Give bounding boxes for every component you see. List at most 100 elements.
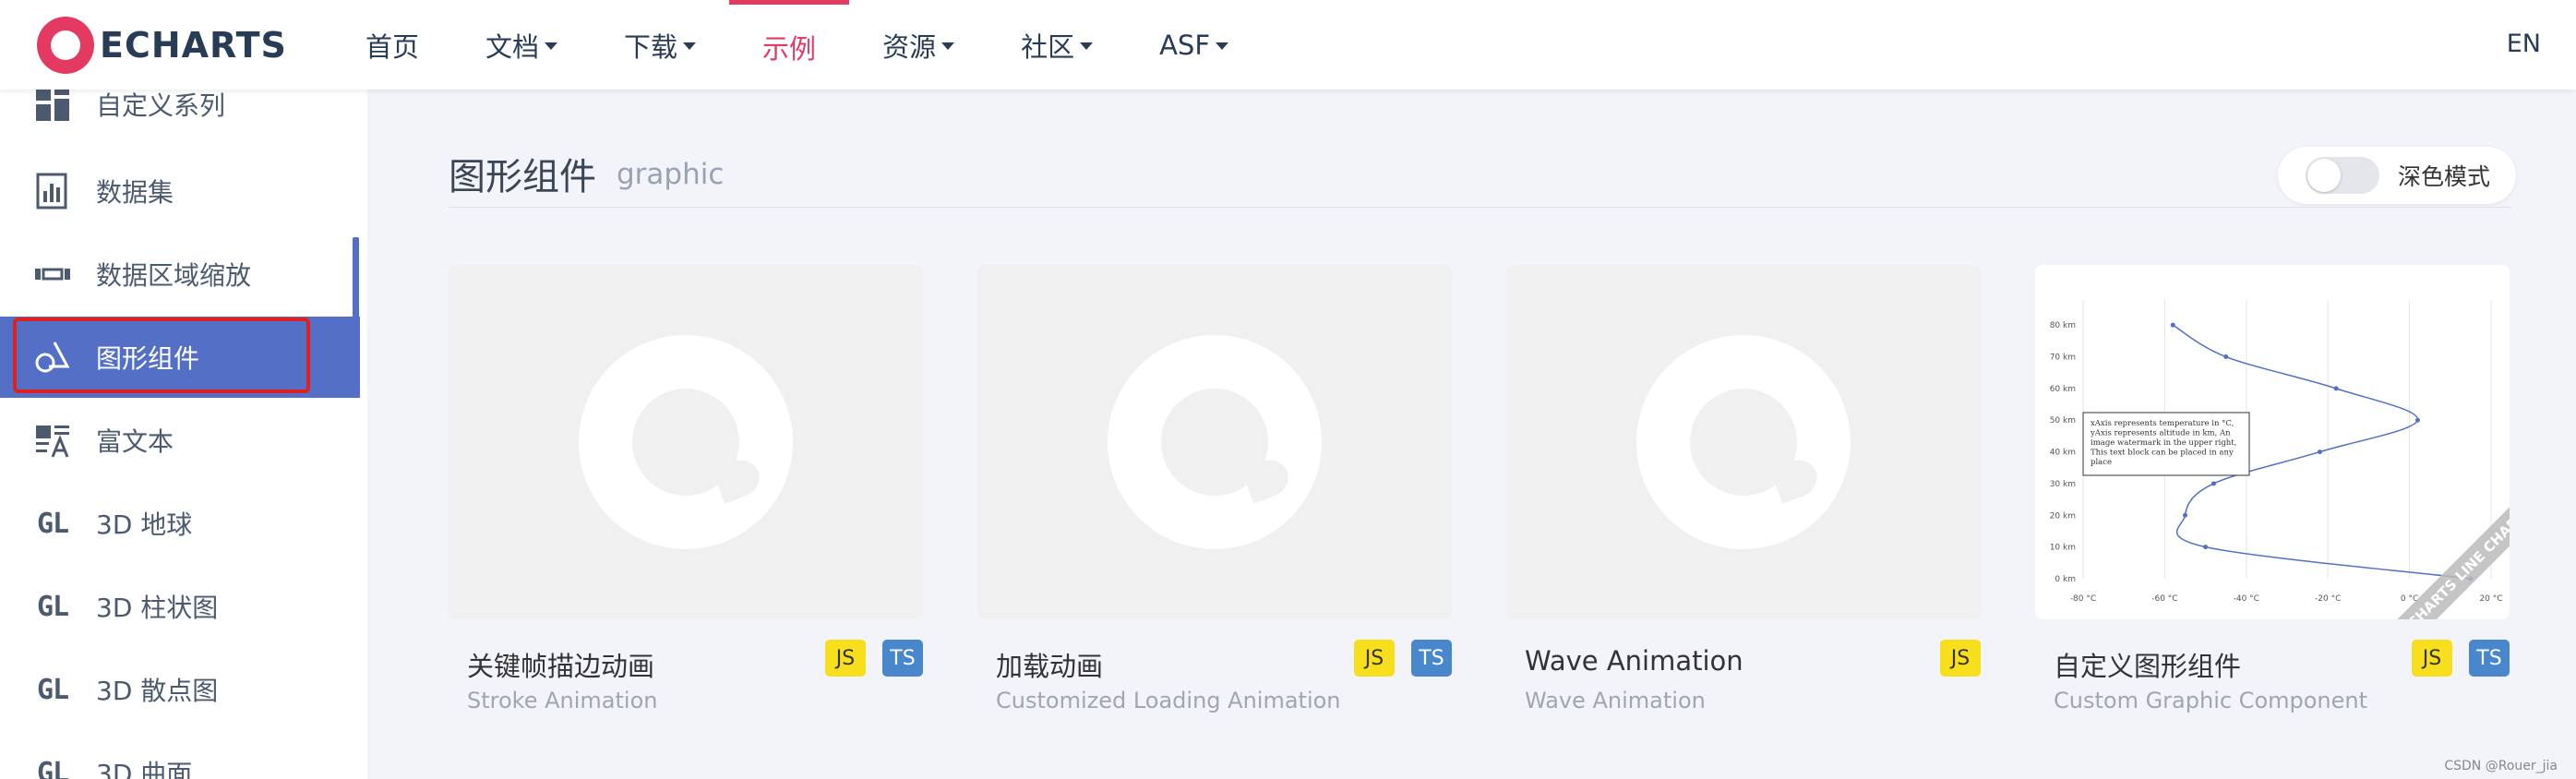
- sidebar-item-label: 自定义系列: [96, 90, 226, 121]
- csdn-credit: CSDN @Rouer_jia: [2444, 759, 2558, 773]
- js-badge[interactable]: JS: [1940, 640, 1981, 677]
- y-tick-label: 60 km: [2050, 385, 2076, 394]
- sidebar-item-3d-scatter[interactable]: GL 3D 散点图: [0, 649, 360, 730]
- page-subtitle: graphic: [617, 158, 725, 191]
- sidebar-scroll-indicator[interactable]: [353, 237, 359, 322]
- sidebar-item-label: 数据集: [96, 177, 174, 208]
- example-thumbnail[interactable]: [449, 265, 923, 619]
- data-point: [2170, 322, 2175, 328]
- gl-icon: GL: [33, 753, 72, 779]
- gl-icon-text: GL: [36, 590, 69, 623]
- y-tick-label: 20 km: [2050, 511, 2076, 521]
- nav-label: 下载: [624, 30, 678, 63]
- data-point: [2317, 449, 2322, 455]
- example-subtitle: Wave Animation: [1525, 688, 1706, 713]
- gl-icon: GL: [33, 587, 72, 626]
- y-tick-label: 50 km: [2050, 416, 2076, 425]
- sidebar-item-label: 3D 曲面: [96, 759, 193, 779]
- sidebar-item-dataset[interactable]: 数据集: [0, 150, 360, 232]
- sidebar-item-3d-globe[interactable]: GL 3D 地球: [0, 483, 360, 564]
- x-tick-label: -80 °C: [2070, 594, 2096, 604]
- logo-text: ECHARTS: [100, 25, 287, 66]
- example-subtitle: Stroke Animation: [467, 688, 658, 713]
- sidebar-item-rich-text[interactable]: 富文本: [0, 400, 360, 481]
- sidebar-item-label: 3D 地球: [96, 509, 193, 540]
- placeholder-logo-icon: [1108, 335, 1322, 549]
- echarts-logo[interactable]: ECHARTS: [37, 15, 287, 76]
- nav-item-asf[interactable]: ASF: [1126, 0, 1262, 90]
- x-tick-label: -60 °C: [2151, 594, 2177, 604]
- datazoom-icon: [33, 255, 72, 294]
- nav-label: 社区: [1021, 30, 1075, 63]
- nav-item-resources[interactable]: 资源: [849, 0, 988, 90]
- ts-badge[interactable]: TS: [1411, 640, 1452, 677]
- custom-series-icon: [33, 90, 72, 124]
- caret-down-icon: [1080, 42, 1094, 50]
- x-tick-label: -40 °C: [2234, 594, 2259, 604]
- x-tick-label: 20 °C: [2479, 594, 2502, 604]
- example-badges: JS TS: [2395, 640, 2510, 677]
- gl-icon-text: GL: [36, 673, 69, 706]
- example-subtitle: Custom Graphic Component: [2054, 688, 2368, 713]
- nav-item-community[interactable]: 社区: [988, 0, 1126, 90]
- y-tick-label: 0 km: [2055, 575, 2076, 584]
- nav-item-home[interactable]: 首页: [332, 0, 452, 90]
- caret-down-icon: [545, 42, 558, 50]
- example-thumbnail[interactable]: [1506, 265, 1981, 619]
- data-point: [2183, 512, 2187, 518]
- data-point: [2203, 545, 2209, 550]
- sidebar-item-label: 3D 柱状图: [96, 593, 219, 623]
- sidebar-item-custom-series[interactable]: 自定义系列: [0, 90, 360, 145]
- nav-item-download[interactable]: 下载: [591, 0, 729, 90]
- example-thumbnail[interactable]: [977, 265, 1452, 619]
- example-card[interactable]: 加载动画 JS TS Customized Loading Animation: [977, 265, 1452, 713]
- nav-item-docs[interactable]: 文档: [452, 0, 591, 90]
- example-card[interactable]: 关键帧描边动画 JS TS Stroke Animation: [449, 265, 923, 713]
- nav-label: 首页: [365, 30, 420, 63]
- sidebar-item-graphic[interactable]: 图形组件: [0, 317, 360, 398]
- placeholder-logo-icon: [1636, 335, 1851, 549]
- sidebar-item-label: 3D 散点图: [96, 676, 219, 706]
- gl-icon: GL: [33, 670, 72, 709]
- nav-label: ASF: [1159, 29, 1211, 61]
- example-title[interactable]: 自定义图形组件: [2054, 645, 2241, 684]
- echarts-logo-icon: [37, 17, 94, 74]
- example-thumbnail[interactable]: -80 °C -60 °C -40 °C -20 °C 0 °C 20 °C 0 km 10 …: [2035, 265, 2510, 619]
- example-title[interactable]: 加载动画: [996, 645, 1103, 684]
- nav-item-examples[interactable]: 示例: [729, 0, 850, 90]
- graphic-icon: [33, 338, 72, 377]
- example-card[interactable]: -80 °C -60 °C -40 °C -20 °C 0 °C 20 °C 0 km 10 …: [2035, 265, 2510, 713]
- example-card[interactable]: Wave Animation JS Wave Animation: [1506, 265, 1981, 713]
- nav-label: 资源: [882, 30, 937, 63]
- main-content: 图形组件 graphic 深色模式 关键帧描边动画 JS TS Stroke A…: [367, 90, 2576, 779]
- language-switch[interactable]: EN: [2507, 30, 2541, 58]
- ts-badge[interactable]: TS: [882, 640, 923, 677]
- sidebar[interactable]: 自定义系列 数据集 数据区域缩放 图形组件 富文本 GL 3D 地球 GL 3D…: [0, 90, 367, 779]
- dark-mode-switch[interactable]: [2306, 157, 2379, 194]
- example-badges: JS TS: [809, 640, 923, 677]
- sidebar-item-3d-surface[interactable]: GL 3D 曲面: [0, 732, 360, 779]
- example-subtitle: Customized Loading Animation: [996, 688, 1341, 713]
- js-badge[interactable]: JS: [825, 640, 866, 677]
- sidebar-item-datazoom[interactable]: 数据区域缩放: [0, 234, 360, 315]
- y-tick-label: 70 km: [2050, 354, 2076, 363]
- sidebar-item-label: 图形组件: [96, 343, 200, 374]
- js-badge[interactable]: JS: [1354, 640, 1395, 677]
- sidebar-item-label: 数据区域缩放: [96, 260, 252, 291]
- page-header: 图形组件 graphic: [449, 147, 2511, 208]
- sidebar-item-label: 富文本: [96, 426, 174, 457]
- dark-mode-toggle[interactable]: 深色模式: [2278, 147, 2516, 204]
- example-title[interactable]: 关键帧描边动画: [467, 645, 654, 684]
- page-title: 图形组件: [449, 156, 596, 198]
- y-tick-label: 30 km: [2050, 480, 2076, 489]
- line-chart: -80 °C -60 °C -40 °C -20 °C 0 °C 20 °C0 km10 …: [2050, 300, 2510, 619]
- y-tick-label: 80 km: [2050, 321, 2076, 330]
- example-title[interactable]: Wave Animation: [1525, 645, 1743, 677]
- js-badge[interactable]: JS: [2412, 640, 2452, 677]
- gl-icon: GL: [33, 504, 72, 543]
- ts-badge[interactable]: TS: [2469, 640, 2510, 677]
- data-point: [2333, 386, 2339, 391]
- top-navbar: ECHARTS 首页 文档 下载 示例 资源 社区 ASF EN: [0, 0, 2576, 90]
- sidebar-item-3d-bar[interactable]: GL 3D 柱状图: [0, 566, 360, 647]
- gl-icon-text: GL: [36, 756, 69, 779]
